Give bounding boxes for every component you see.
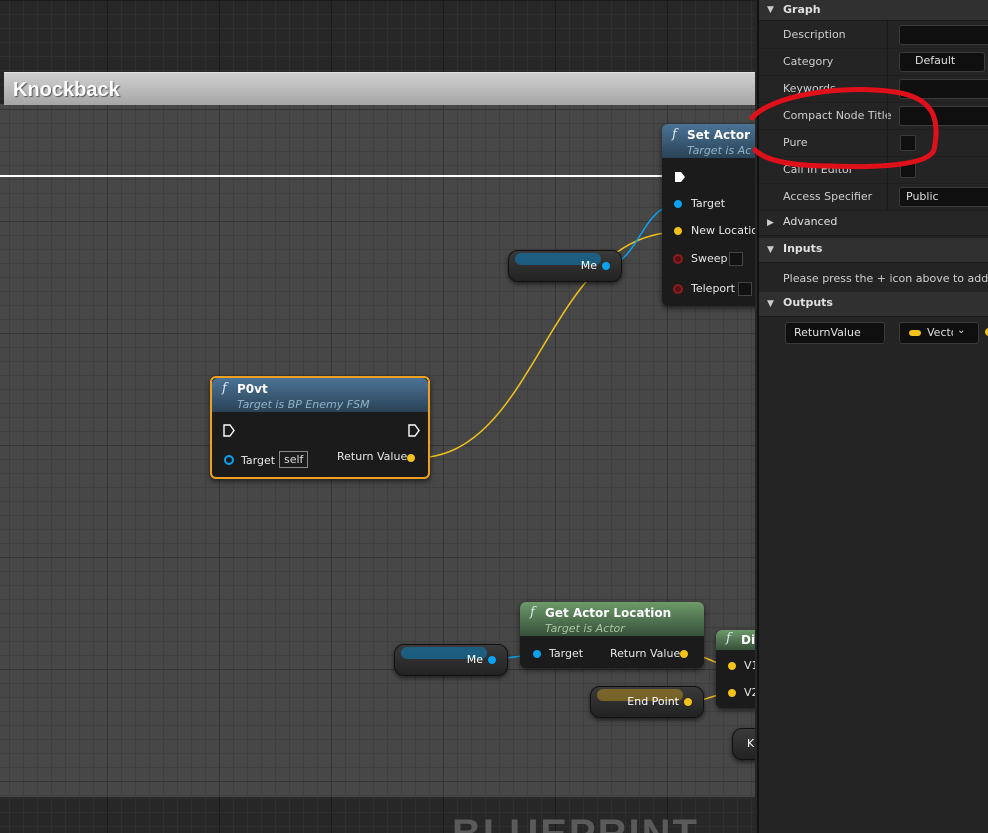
access-specifier-row: Access Specifier Public [759,183,988,211]
pin-label: Target [691,197,726,210]
section-title: Graph [783,3,821,16]
section-title: Inputs [783,242,823,255]
function-icon: f [726,631,731,646]
pin-label: New Location [691,224,755,237]
compact-node-title-field[interactable] [899,106,988,126]
end-point-output-pin[interactable] [684,698,692,706]
pin-label: V1 [744,659,755,672]
target-pin[interactable] [674,200,682,208]
category-value: Default [915,54,956,67]
category-row: Category Default [759,48,988,76]
new-location-pin[interactable] [674,227,682,235]
me-output-pin[interactable] [602,262,610,270]
function-icon: f [222,381,227,396]
graph-section-header[interactable]: ▼ Graph [759,0,988,21]
node-subtitle: Target is Actor [545,622,625,635]
description-row: Description [759,21,988,49]
description-field[interactable] [899,25,988,45]
node-subtitle: Target is BP Enemy FSM [237,398,370,411]
call-in-editor-row: Call In Editor [759,156,988,184]
output-name-value: ReturnValue [794,326,861,339]
inputs-section-header[interactable]: ▼ Inputs [759,238,988,263]
blueprint-graph-canvas[interactable]: Knockback BLUEPRINT f Set Actor L Target… [0,0,755,833]
vector-type-icon [909,330,921,336]
access-value: Public [906,190,939,203]
row-label: Category [783,55,834,68]
output-type-value: Vecto [927,326,953,339]
variable-label: Me [580,259,597,272]
call-in-editor-checkbox[interactable] [900,162,916,178]
pure-checkbox[interactable] [900,135,916,151]
compact-node-title-row: Compact Node Title [759,102,988,130]
return-value-pin[interactable] [680,650,688,658]
pin-label: Target [241,454,276,467]
k-variable-node[interactable]: K [732,728,755,760]
row-label: Description [783,28,846,41]
chevron-down-icon: ▼ [767,245,774,255]
row-label: Compact Node Title [783,109,892,122]
sweep-pin[interactable] [673,254,683,264]
row-label: Keywords [783,82,836,95]
pin-label: Teleport [691,282,735,295]
outputs-section-header[interactable]: ▼ Outputs [759,292,988,317]
pin-label: Sweep [691,252,728,265]
v2-pin[interactable] [728,689,736,697]
function-icon: f [672,127,677,142]
node-title: Dis [741,633,755,647]
me-variable-node[interactable]: Me [394,644,508,676]
keywords-field[interactable] [899,79,988,99]
me-variable-node[interactable]: Me [508,250,622,282]
return-value-pin[interactable] [407,454,415,462]
details-panel: ▼ Graph Description Category Default Key… [757,0,988,833]
function-icon: f [530,605,535,620]
me-output-pin[interactable] [488,656,496,664]
row-label: Pure [783,136,808,149]
teleport-pin[interactable] [673,284,683,294]
pin-label: V2 [744,686,755,699]
v1-pin[interactable] [728,662,736,670]
set-actor-location-node[interactable]: f Set Actor L Target is Ac Target New Lo… [662,124,755,306]
sweep-checkbox[interactable] [729,252,743,266]
keywords-row: Keywords [759,75,988,103]
row-label: Access Specifier [783,190,873,203]
get-actor-location-node[interactable]: f Get Actor Location Target is Actor Tar… [520,602,704,668]
row-label: Call In Editor [783,163,854,176]
section-title: Outputs [783,296,833,309]
distance-node[interactable]: f Dis V1 V2 [716,630,755,708]
section-title: Advanced [783,215,838,228]
node-title: Set Actor L [687,128,755,142]
teleport-checkbox[interactable] [738,282,752,296]
pure-row: Pure [759,129,988,157]
self-default-value[interactable]: self [279,451,309,468]
node-title: P0vt [237,382,268,396]
variable-label: K [747,737,755,750]
pin-label: Return Value [610,647,681,660]
variable-label: End Point [627,695,679,708]
chevron-down-icon: ▼ [767,5,774,15]
pin-label: Target [549,647,584,660]
pin-label: Return Value [337,450,408,463]
node-subtitle: Target is Ac [687,144,752,157]
end-point-variable-node[interactable]: End Point [590,686,704,718]
p0vt-function-node[interactable]: f P0vt Target is BP Enemy FSM Target sel… [210,376,430,479]
chevron-down-icon: ▼ [767,299,774,309]
variable-label: Me [466,653,483,666]
target-pin[interactable] [224,455,234,465]
node-title: Get Actor Location [545,606,672,620]
chevron-right-icon: ▶ [767,218,774,228]
chevron-down-icon: ⌄ [957,325,966,336]
target-pin[interactable] [533,650,541,658]
advanced-section-header[interactable]: ▶ Advanced [759,211,988,236]
inputs-note: Please press the + icon above to add par… [783,272,988,285]
